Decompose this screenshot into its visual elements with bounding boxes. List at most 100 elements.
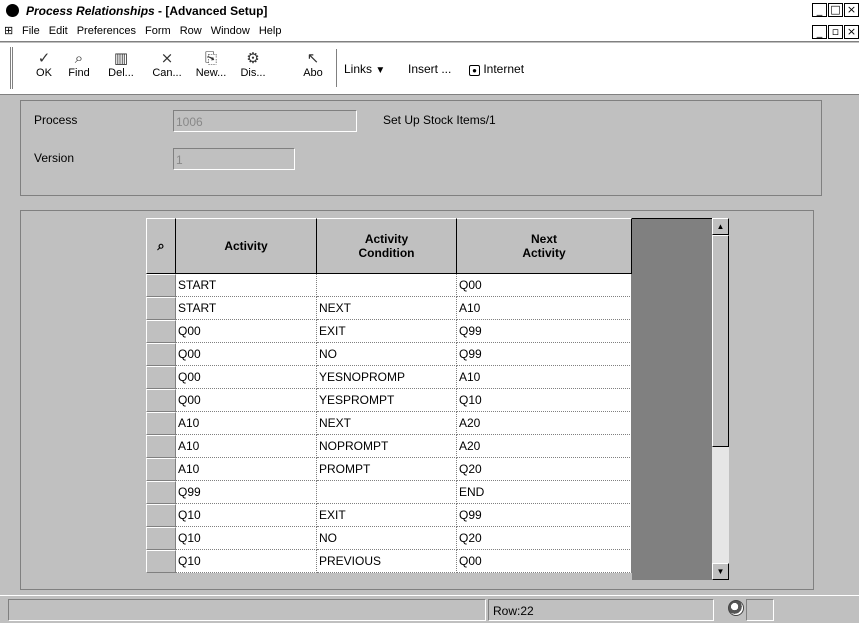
version-field[interactable]: 1: [173, 148, 295, 170]
scroll-thumb[interactable]: [712, 235, 729, 447]
row-selector[interactable]: [146, 274, 176, 297]
table-row[interactable]: Q10 EXIT Q99: [146, 504, 632, 527]
cell-activity-condition[interactable]: NEXT: [317, 412, 457, 435]
menu-window[interactable]: Window: [211, 25, 250, 37]
cell-activity[interactable]: START: [176, 297, 317, 320]
menu-preferences[interactable]: Preferences: [77, 25, 136, 37]
cell-activity-condition[interactable]: YESNOPROMP: [317, 366, 457, 389]
row-selector[interactable]: [146, 297, 176, 320]
row-selector[interactable]: [146, 320, 176, 343]
column-header-activity[interactable]: Activity: [176, 218, 317, 274]
cancel-button[interactable]: × Can...: [150, 49, 184, 79]
table-row[interactable]: A10 NOPROMPT A20: [146, 435, 632, 458]
close-button[interactable]: ×: [844, 3, 859, 17]
cell-next-activity[interactable]: Q10: [457, 389, 632, 412]
table-row[interactable]: START Q00: [146, 274, 632, 297]
cell-activity[interactable]: Q10: [176, 550, 317, 573]
cell-activity[interactable]: Q99: [176, 481, 317, 504]
process-field[interactable]: 1006: [173, 110, 357, 132]
cell-next-activity[interactable]: Q99: [457, 343, 632, 366]
row-selector[interactable]: [146, 504, 176, 527]
table-row[interactable]: Q10 NO Q20: [146, 527, 632, 550]
cell-activity[interactable]: Q10: [176, 527, 317, 550]
cell-activity-condition[interactable]: [317, 481, 457, 504]
menu-file[interactable]: File: [22, 25, 40, 37]
system-menu-icon[interactable]: ⊞: [4, 25, 18, 38]
links-menu[interactable]: Links ▼: [344, 62, 385, 76]
cell-activity-condition[interactable]: EXIT: [317, 320, 457, 343]
toolbar-grip[interactable]: [10, 47, 13, 89]
cell-activity-condition[interactable]: NEXT: [317, 297, 457, 320]
cell-next-activity[interactable]: A10: [457, 297, 632, 320]
delete-button[interactable]: ▥ Del...: [104, 49, 138, 79]
child-close-button[interactable]: ×: [844, 25, 859, 39]
menu-help[interactable]: Help: [259, 25, 282, 37]
insert-button[interactable]: Insert ...: [408, 62, 451, 76]
cell-activity[interactable]: Q10: [176, 504, 317, 527]
cell-activity[interactable]: A10: [176, 412, 317, 435]
cell-next-activity[interactable]: A20: [457, 435, 632, 458]
cell-next-activity[interactable]: Q99: [457, 504, 632, 527]
table-row[interactable]: Q00 EXIT Q99: [146, 320, 632, 343]
scroll-up-arrow-icon[interactable]: ▲: [712, 218, 729, 235]
row-selector[interactable]: [146, 389, 176, 412]
table-row[interactable]: START NEXT A10: [146, 297, 632, 320]
find-button[interactable]: ⌕ Find: [62, 49, 96, 79]
table-row[interactable]: Q99 END: [146, 481, 632, 504]
row-selector[interactable]: [146, 343, 176, 366]
child-minimize-button[interactable]: _: [812, 25, 827, 39]
cell-next-activity[interactable]: END: [457, 481, 632, 504]
minimize-button[interactable]: _: [812, 3, 827, 17]
child-restore-button[interactable]: ▫: [828, 25, 843, 39]
display-button[interactable]: ⚙ Dis...: [236, 49, 270, 79]
table-row[interactable]: Q00 YESNOPROMP A10: [146, 366, 632, 389]
row-selector[interactable]: [146, 550, 176, 573]
grid-find-header[interactable]: ⌕: [146, 218, 176, 274]
menu-form[interactable]: Form: [145, 25, 171, 37]
cell-activity-condition[interactable]: [317, 274, 457, 297]
cell-next-activity[interactable]: Q00: [457, 550, 632, 573]
cell-activity-condition[interactable]: PROMPT: [317, 458, 457, 481]
cell-next-activity[interactable]: Q20: [457, 458, 632, 481]
cell-activity[interactable]: START: [176, 274, 317, 297]
table-row[interactable]: Q10 PREVIOUS Q00: [146, 550, 632, 573]
new-button[interactable]: ⎘ New...: [194, 49, 228, 79]
cell-activity-condition[interactable]: NO: [317, 527, 457, 550]
cell-activity-condition[interactable]: EXIT: [317, 504, 457, 527]
cell-activity-condition[interactable]: NOPROMPT: [317, 435, 457, 458]
row-selector[interactable]: [146, 366, 176, 389]
scroll-down-arrow-icon[interactable]: ▼: [712, 563, 729, 580]
table-row[interactable]: A10 PROMPT Q20: [146, 458, 632, 481]
menu-row[interactable]: Row: [180, 25, 202, 37]
cell-activity-condition[interactable]: NO: [317, 343, 457, 366]
cell-activity-condition[interactable]: PREVIOUS: [317, 550, 457, 573]
vertical-scrollbar[interactable]: ▲ ▼: [712, 218, 729, 580]
table-row[interactable]: Q00 NO Q99: [146, 343, 632, 366]
cell-next-activity[interactable]: A10: [457, 366, 632, 389]
cell-next-activity[interactable]: A20: [457, 412, 632, 435]
row-selector[interactable]: [146, 458, 176, 481]
maximize-button[interactable]: □: [828, 3, 843, 17]
internet-button[interactable]: ● Internet: [469, 62, 524, 76]
cell-activity[interactable]: Q00: [176, 320, 317, 343]
table-row[interactable]: Q00 YESPROMPT Q10: [146, 389, 632, 412]
cell-next-activity[interactable]: Q99: [457, 320, 632, 343]
cell-activity[interactable]: A10: [176, 435, 317, 458]
cell-next-activity[interactable]: Q20: [457, 527, 632, 550]
ok-button[interactable]: ✓ OK: [27, 49, 61, 79]
about-button[interactable]: ↖ Abo: [296, 49, 330, 79]
table-row[interactable]: A10 NEXT A20: [146, 412, 632, 435]
row-selector[interactable]: [146, 435, 176, 458]
row-selector[interactable]: [146, 527, 176, 550]
menu-edit[interactable]: Edit: [49, 25, 68, 37]
row-selector[interactable]: [146, 412, 176, 435]
cell-activity[interactable]: A10: [176, 458, 317, 481]
cell-activity-condition[interactable]: YESPROMPT: [317, 389, 457, 412]
row-selector[interactable]: [146, 481, 176, 504]
cell-activity[interactable]: Q00: [176, 366, 317, 389]
cell-activity[interactable]: Q00: [176, 343, 317, 366]
column-header-activity-condition[interactable]: Activity Condition: [317, 218, 457, 274]
cell-next-activity[interactable]: Q00: [457, 274, 632, 297]
cell-activity[interactable]: Q00: [176, 389, 317, 412]
column-header-next-activity[interactable]: Next Activity: [457, 218, 632, 274]
